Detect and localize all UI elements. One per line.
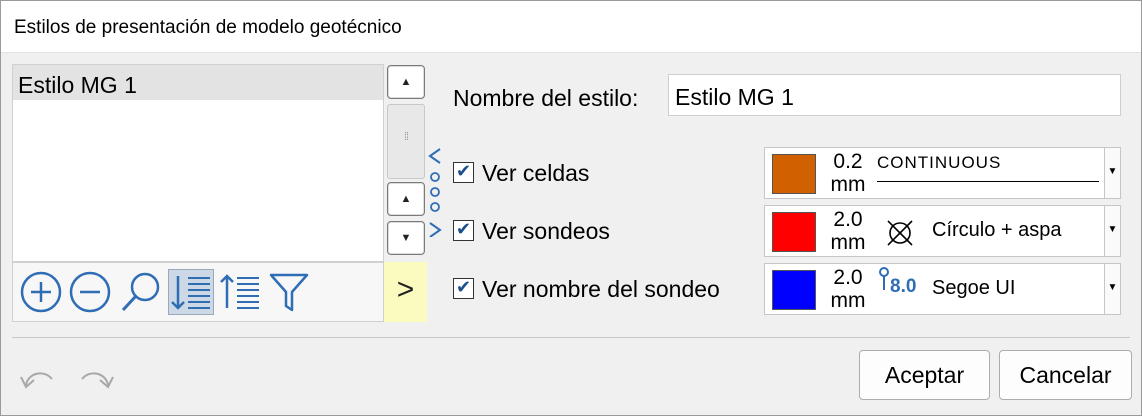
boreholes-size: 2.0 mm	[825, 208, 871, 254]
redo-icon[interactable]	[76, 365, 116, 393]
title-bar: Estilos de presentación de modelo geotéc…	[1, 1, 1141, 53]
move-up-button[interactable]: ▲	[387, 182, 425, 216]
link-arrows-icon	[428, 148, 442, 237]
sort-descending-icon	[220, 274, 259, 309]
borehole-name-size-unit: mm	[830, 289, 866, 312]
boreholes-size-unit: mm	[830, 231, 866, 254]
filter-button[interactable]	[266, 269, 312, 315]
cells-color-swatch[interactable]	[772, 154, 816, 194]
remove-icon	[69, 271, 111, 313]
show-boreholes-label: Ver sondeos	[482, 218, 610, 244]
scroll-up-button[interactable]: ▲	[387, 65, 425, 99]
cancel-button[interactable]: Cancelar	[999, 350, 1132, 400]
window-title: Estilos de presentación de modelo geotéc…	[14, 17, 402, 38]
cells-size: 0.2 mm	[825, 150, 871, 196]
remove-button[interactable]	[67, 269, 113, 315]
cells-size-value: 0.2	[833, 150, 863, 173]
list-toolbar	[12, 262, 384, 322]
move-down-button[interactable]: ▼	[387, 221, 425, 255]
caret-up-icon: ▲	[400, 193, 412, 205]
check-icon: ✔	[455, 277, 472, 297]
font-size-value: 8.0	[890, 276, 917, 297]
dialog-window: Estilos de presentación de modelo geotéc…	[0, 0, 1142, 416]
boreholes-style-dropdown-button[interactable]: ▼	[1104, 206, 1120, 256]
chevron-right-icon: >	[396, 273, 415, 306]
caret-up-icon: ▲	[400, 76, 412, 88]
list-item[interactable]: Estilo MG 1	[13, 65, 383, 100]
expand-panel-button[interactable]: >	[384, 262, 427, 322]
boreholes-color-swatch[interactable]	[772, 212, 816, 252]
search-icon	[121, 272, 160, 312]
font-name: Segoe UI	[932, 277, 1016, 299]
style-name-label: Nombre del estilo:	[453, 85, 639, 111]
search-button[interactable]	[117, 269, 163, 315]
grip-icon: ⁞⁞	[403, 131, 409, 143]
show-boreholes-checkbox[interactable]: ✔	[453, 219, 474, 241]
boreholes-style-selector[interactable]: 2.0 mm Círculo + aspa ▼	[764, 205, 1121, 257]
boreholes-size-value: 2.0	[833, 208, 863, 231]
cells-style-dropdown-button[interactable]: ▼	[1104, 148, 1120, 198]
caret-down-icon: ▼	[400, 232, 412, 244]
undo-icon[interactable]	[18, 365, 58, 393]
filter-icon	[269, 273, 309, 312]
font-marker-icon	[879, 267, 889, 290]
cells-style-selector[interactable]: 0.2 mm CONTINUOUS ▼	[764, 147, 1121, 199]
borehole-name-size: 2.0 mm	[825, 266, 871, 312]
footer-divider	[12, 337, 1130, 338]
borehole-name-style-dropdown-button[interactable]: ▼	[1104, 264, 1120, 314]
add-icon	[20, 271, 62, 313]
check-icon: ✔	[455, 161, 472, 181]
show-borehole-name-checkbox[interactable]: ✔	[453, 277, 474, 299]
show-cells-checkbox[interactable]: ✔	[453, 161, 474, 183]
line-type-preview	[877, 181, 1099, 182]
circle-cross-symbol-icon	[887, 220, 913, 246]
show-cells-label: Ver celdas	[482, 160, 590, 186]
scrollbar-thumb[interactable]: ⁞⁞	[387, 104, 425, 179]
borehole-name-style-selector[interactable]: 2.0 mm 8.0 Segoe UI ▼	[764, 263, 1121, 315]
caret-down-icon: ▼	[1107, 166, 1118, 177]
borehole-name-color-swatch[interactable]	[772, 270, 816, 310]
borehole-name-size-value: 2.0	[833, 266, 863, 289]
show-borehole-name-label: Ver nombre del sondeo	[482, 276, 720, 302]
cells-size-unit: mm	[830, 173, 866, 196]
check-icon: ✔	[455, 219, 472, 239]
sort-descending-button[interactable]	[217, 269, 263, 315]
caret-down-icon: ▼	[1107, 282, 1118, 293]
style-name-input[interactable]: Estilo MG 1	[668, 74, 1121, 116]
line-type-name: CONTINUOUS	[877, 153, 1002, 172]
sort-ascending-button[interactable]	[168, 269, 214, 315]
add-button[interactable]	[18, 269, 64, 315]
symbol-name: Círculo + aspa	[932, 219, 1062, 241]
caret-down-icon: ▼	[1107, 224, 1118, 235]
style-list[interactable]: Estilo MG 1	[12, 64, 384, 262]
sort-ascending-icon	[171, 276, 210, 310]
accept-button[interactable]: Aceptar	[859, 350, 990, 400]
